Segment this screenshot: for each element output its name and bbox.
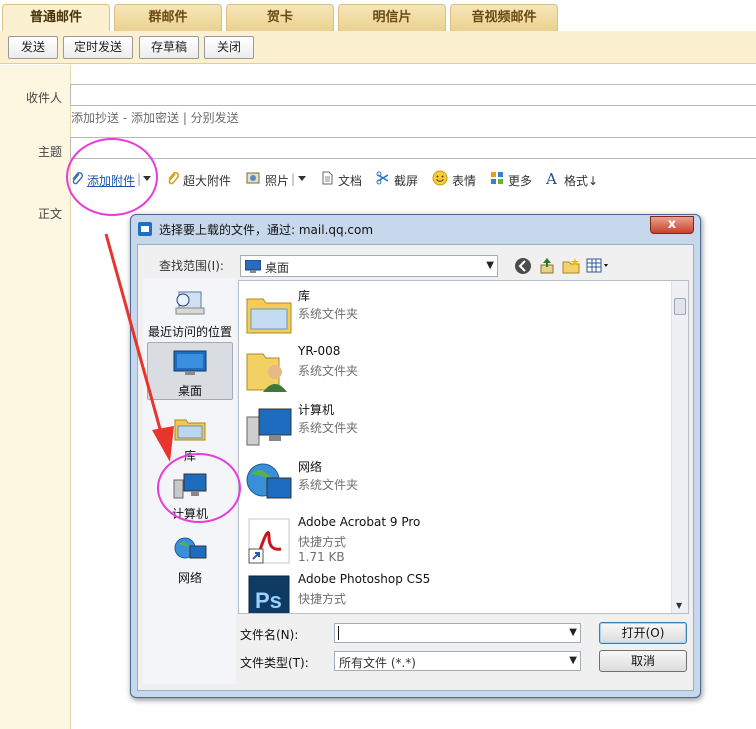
file-name: 网络	[298, 460, 323, 474]
look-in-dropdown[interactable]: 桌面 ▼	[240, 255, 498, 277]
format-icon: A	[546, 170, 557, 188]
file-item[interactable]: Ps Adobe Photoshop CS5 快捷方式	[245, 570, 665, 613]
recipient-options: 添加抄送 - 添加密送 | 分别发送	[71, 109, 239, 126]
document-link[interactable]: 文档	[338, 172, 362, 189]
filetype-dropdown[interactable]: 所有文件 (*.*) ▼	[334, 651, 581, 671]
file-type: 快捷方式	[298, 592, 347, 606]
place-network[interactable]: 网络	[147, 530, 233, 585]
annotation-circle-attach	[66, 138, 158, 216]
photo-divider: |	[291, 172, 296, 186]
send-button[interactable]: 发送	[8, 36, 58, 59]
emoji-link[interactable]: 表情	[452, 172, 476, 189]
tab-greeting-card[interactable]: 贺卡	[226, 4, 334, 31]
file-name: Adobe Acrobat 9 Pro	[298, 515, 421, 529]
annotation-arrow	[104, 233, 174, 462]
large-attachment-link[interactable]: 超大附件	[183, 172, 231, 189]
document-icon	[322, 171, 333, 185]
place-label: 网络	[177, 571, 202, 585]
body-label: 正文	[37, 207, 62, 221]
file-name: 库	[298, 289, 311, 303]
tab-video-mail[interactable]: 音视频邮件	[450, 4, 558, 31]
file-item[interactable]: 网络 系统文件夹	[245, 456, 665, 513]
tab-postcard[interactable]: 明信片	[338, 4, 446, 31]
attachment-toolbar: 添加附件 | 超大附件 照片 | 文档 截屏 表情 更多 A 格式↓	[70, 166, 756, 194]
file-list: 库 系统文件夹 YR-008 系统文件夹 计算机 系统文件夹 网络 系统文件夹 …	[238, 280, 689, 614]
open-button[interactable]: 打开(O)	[599, 622, 687, 644]
large-attachment-icon	[168, 171, 180, 185]
close-button[interactable]: 关闭	[204, 36, 254, 59]
tab-group-mail[interactable]: 群邮件	[114, 4, 222, 31]
more-link[interactable]: 更多	[508, 172, 532, 189]
scheduled-send-button[interactable]: 定时发送	[63, 36, 133, 59]
scroll-down-icon[interactable]: ▼	[676, 601, 682, 610]
add-cc-link[interactable]: 添加抄送	[71, 111, 119, 125]
network-icon	[246, 463, 292, 499]
file-size: 1.71 KB	[298, 550, 345, 564]
recipient-input[interactable]	[70, 84, 756, 106]
acrobat-shortcut-icon	[248, 518, 290, 564]
filename-label: 文件名(N):	[240, 628, 299, 642]
subject-label: 主题	[37, 145, 62, 159]
cancel-button[interactable]: 取消	[599, 650, 687, 672]
view-menu-icon[interactable]	[586, 257, 612, 275]
more-icon	[491, 172, 503, 184]
up-folder-icon[interactable]	[538, 257, 556, 275]
link-separator: -	[119, 111, 131, 125]
file-type: 快捷方式	[298, 535, 347, 549]
file-item[interactable]: Adobe Acrobat 9 Pro 快捷方式 1.71 KB	[245, 513, 665, 570]
photoshop-shortcut-icon: Ps	[248, 575, 290, 613]
chevron-down-icon: ▼	[569, 655, 577, 666]
chevron-down-icon[interactable]	[297, 175, 307, 183]
recipient-label: 收件人	[25, 91, 62, 105]
user-folder-icon	[246, 353, 287, 392]
screenshot-link[interactable]: 截屏	[394, 172, 418, 189]
screenshot-icon	[376, 171, 389, 185]
file-item[interactable]: YR-008 系统文件夹	[245, 342, 665, 399]
save-draft-button[interactable]: 存草稿	[139, 36, 199, 59]
chevron-down-icon: ▼	[569, 627, 577, 638]
file-type: 系统文件夹	[298, 307, 359, 321]
file-name: YR-008	[298, 344, 341, 358]
back-icon[interactable]	[514, 257, 532, 275]
new-folder-icon[interactable]	[562, 257, 580, 275]
mail-type-tabs: 普通邮件 群邮件 贺卡 明信片 音视频邮件	[0, 4, 756, 31]
add-bcc-link[interactable]: 添加密送	[131, 111, 179, 125]
tab-normal-mail[interactable]: 普通邮件	[2, 4, 110, 31]
file-type: 系统文件夹	[298, 421, 359, 435]
photo-link[interactable]: 照片	[265, 172, 289, 189]
dialog-title: 选择要上载的文件，通过: mail.qq.com	[159, 223, 374, 237]
emoji-icon	[432, 170, 448, 186]
file-item[interactable]: 库 系统文件夹	[245, 285, 665, 342]
separate-send-link[interactable]: 分别发送	[191, 111, 239, 125]
look-in-value: 桌面	[265, 261, 290, 275]
text-cursor	[338, 626, 339, 640]
scrollbar-thumb[interactable]	[674, 298, 686, 315]
photo-icon	[246, 172, 260, 184]
file-name: 计算机	[298, 403, 335, 417]
format-link[interactable]: 格式↓	[564, 172, 598, 189]
filetype-label: 文件类型(T):	[240, 656, 309, 670]
filetype-value: 所有文件 (*.*)	[339, 656, 416, 670]
computer-icon	[246, 408, 292, 446]
desktop-icon	[245, 260, 261, 273]
subject-input[interactable]	[70, 137, 756, 159]
filename-input[interactable]: ▼	[334, 623, 581, 643]
chevron-down-icon: ▼	[486, 260, 494, 271]
link-separator: |	[179, 111, 191, 125]
compose-toolbar: 发送 定时发送 存草稿 关闭	[0, 31, 756, 64]
file-type: 系统文件夹	[298, 364, 359, 378]
file-type: 系统文件夹	[298, 478, 359, 492]
field-label-column	[0, 65, 70, 729]
file-list-scrollbar[interactable]: ▼	[671, 281, 688, 613]
file-name: Adobe Photoshop CS5	[298, 572, 431, 586]
network-icon	[174, 537, 207, 559]
libraries-folder-icon	[246, 298, 292, 334]
file-item[interactable]: 计算机 系统文件夹	[245, 399, 665, 456]
svg-text:Ps: Ps	[255, 588, 282, 613]
dialog-close-button[interactable]: x	[650, 216, 694, 234]
